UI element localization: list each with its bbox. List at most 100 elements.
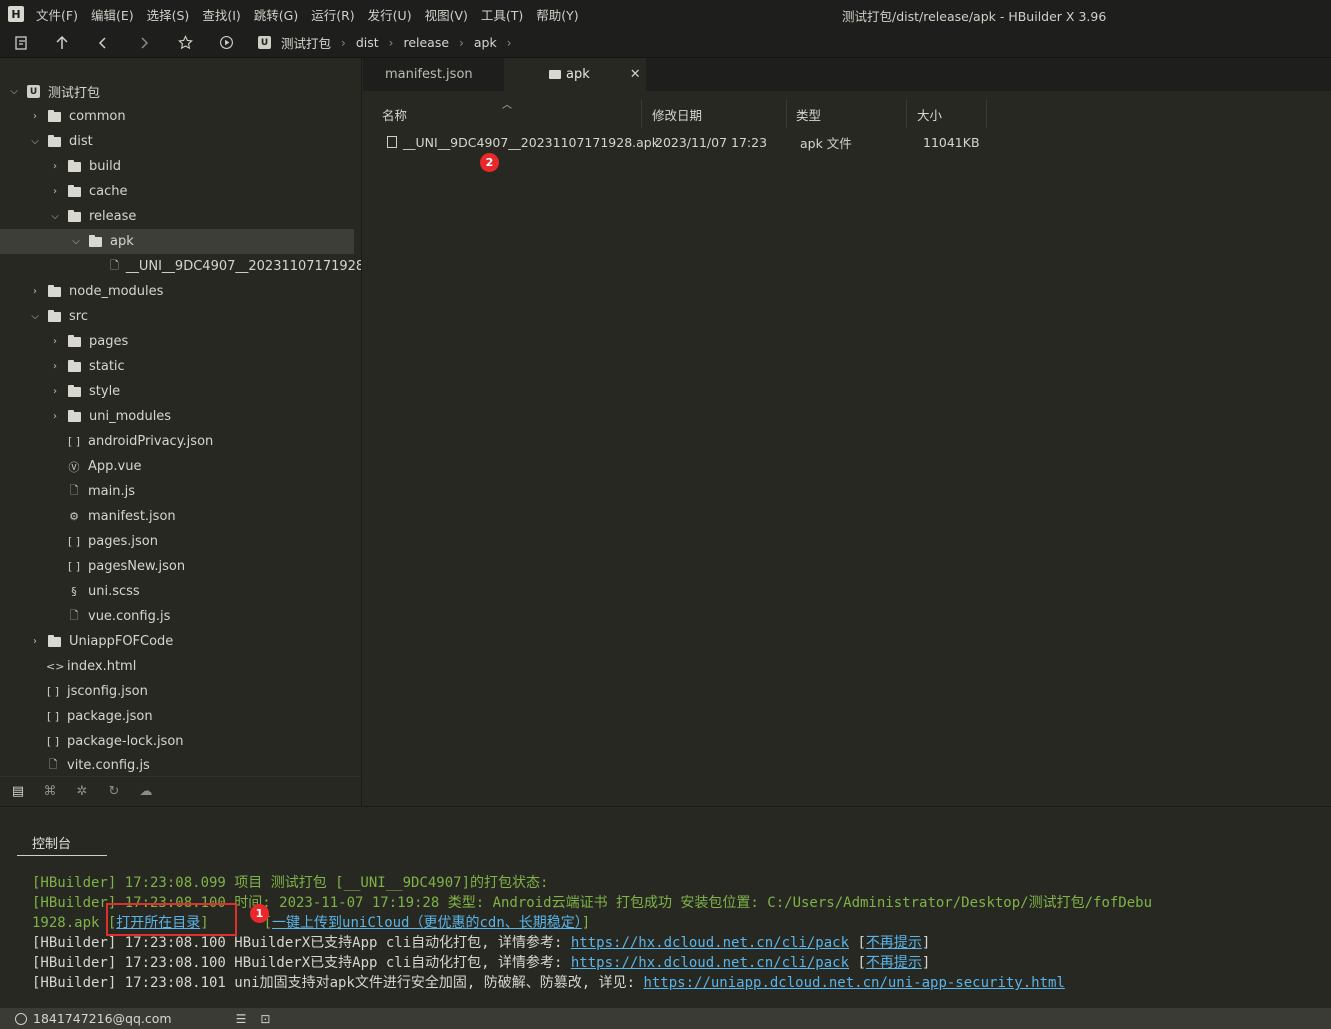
breadcrumb-item[interactable]: apk	[474, 35, 497, 50]
cloud-icon[interactable]: ☁	[138, 784, 154, 799]
column-header-label: 修改日期	[652, 107, 703, 123]
tree-item-folder[interactable]: › cache	[0, 179, 354, 204]
tree-item-file[interactable]: 🗋 main.js	[0, 479, 354, 504]
tab-apk[interactable]: apk ✕	[504, 58, 646, 91]
tree-item-file[interactable]: [ ] pages.json	[0, 529, 354, 554]
menu-help[interactable]: 帮助(Y)	[536, 5, 578, 24]
tree-item-folder[interactable]: › static	[0, 354, 354, 379]
tree-item-folder[interactable]: › node_modules	[0, 279, 354, 304]
column-header-name[interactable]: 名称	[382, 100, 407, 128]
tree-item-folder[interactable]: › common	[0, 104, 354, 129]
status-bar: 1841747216@qq.com ☰ ⊡	[0, 1008, 1331, 1029]
column-divider[interactable]	[986, 100, 987, 128]
tab-console[interactable]: 控制台	[17, 827, 107, 856]
cli-pack-link[interactable]: https://hx.dcloud.net.cn/cli/pack	[571, 935, 849, 951]
column-header-date[interactable]: 修改日期	[652, 100, 702, 128]
tree-item-file[interactable]: [ ] package.json	[0, 704, 354, 729]
tree-item-folder[interactable]: › pages	[0, 329, 354, 354]
sort-ascending-icon: ︿	[502, 100, 512, 111]
run-icon[interactable]	[214, 32, 238, 54]
menu-edit[interactable]: 编辑(E)	[91, 5, 134, 24]
file-row-size: 11041KB	[923, 130, 980, 154]
tree-item-file[interactable]: [ ] package-lock.json	[0, 729, 354, 754]
chevron-right-icon: ›	[33, 286, 37, 297]
tree-item-label: release	[89, 209, 137, 224]
tree-item-folder[interactable]: ⌵ dist	[0, 129, 354, 154]
folder-icon	[48, 634, 61, 647]
tree-item-folder-selected[interactable]: ⌵ apk	[0, 229, 354, 254]
column-header-size[interactable]: 大小	[917, 100, 942, 128]
tree-item-file[interactable]: 🗋 vue.config.js	[0, 604, 354, 629]
tree-item-folder[interactable]: ⌵ release	[0, 204, 354, 229]
menu-run[interactable]: 运行(R)	[311, 5, 354, 24]
tree-item-label: 测试打包	[48, 86, 101, 101]
tree-item-file[interactable]: [ ] pagesNew.json	[0, 554, 354, 579]
column-divider[interactable]	[786, 100, 787, 128]
security-link[interactable]: https://uniapp.dcloud.net.cn/uni-app-sec…	[643, 975, 1064, 991]
tree-item-file[interactable]: 🗋 vite.config.js	[0, 754, 354, 776]
tree-item-label: vue.config.js	[88, 609, 171, 624]
tree-item-label: dist	[69, 134, 93, 149]
back-icon[interactable]	[91, 32, 115, 54]
binoculars-icon[interactable]: ⌘	[42, 784, 58, 799]
menu-tools[interactable]: 工具(T)	[481, 5, 523, 24]
tree-item-folder[interactable]: › UniappFOFCode	[0, 629, 354, 654]
new-file-icon[interactable]	[9, 32, 33, 54]
column-divider[interactable]	[906, 100, 907, 128]
annotation-badge-1: 1	[250, 904, 269, 923]
column-divider[interactable]	[641, 100, 642, 128]
folder-icon	[68, 184, 81, 197]
git-icon[interactable]: ↻	[106, 784, 122, 799]
tree-item-file[interactable]: 🗋 __UNI__9DC4907__20231107171928....	[0, 254, 361, 279]
annotation-badge-2: 2	[480, 153, 499, 172]
user-account[interactable]: 1841747216@qq.com	[33, 1011, 172, 1026]
tree-item-folder[interactable]: › style	[0, 379, 354, 404]
terminal-icon[interactable]: ⊡	[260, 1012, 270, 1026]
tree-item-file[interactable]: <> index.html	[0, 654, 354, 679]
vue-file-icon: Ⓥ	[68, 460, 80, 474]
console-text: [HBuilder] 17:23:08.100 HBuilderX已支持App …	[32, 955, 571, 971]
menu-goto[interactable]: 跳转(G)	[254, 5, 298, 24]
tree-item-folder[interactable]: › uni_modules	[0, 404, 354, 429]
tree-item-folder[interactable]: ⌵ src	[0, 304, 354, 329]
close-icon[interactable]: ✕	[630, 67, 641, 82]
tree-item-file[interactable]: [ ] jsconfig.json	[0, 679, 354, 704]
file-size: 11041KB	[923, 134, 980, 150]
js-file-icon: 🗋	[48, 757, 58, 771]
breadcrumb-item[interactable]: release	[403, 35, 449, 50]
tree-item-folder[interactable]: › build	[0, 154, 354, 179]
column-header-label: 类型	[796, 107, 822, 123]
star-icon[interactable]	[173, 32, 197, 54]
project-manager-icon[interactable]: ▤	[10, 784, 26, 799]
menu-view[interactable]: 视图(V)	[425, 5, 468, 24]
no-remind-link[interactable]: 不再提示	[866, 955, 922, 971]
chevron-right-icon: ›	[33, 111, 37, 122]
upload-unicloud-link[interactable]: 一键上传到uniCloud（更优惠的cdn、长期稳定）	[272, 915, 582, 931]
forward-icon[interactable]	[132, 32, 156, 54]
tree-item-label: package-lock.json	[67, 734, 184, 749]
chevron-down-icon: ⌵	[31, 311, 39, 322]
no-remind-link[interactable]: 不再提示	[866, 935, 922, 951]
tree-item-file[interactable]: ⚙ manifest.json	[0, 504, 354, 529]
debug-icon[interactable]: ✲	[74, 784, 90, 799]
tree-item-file[interactable]: Ⓥ App.vue	[0, 454, 354, 479]
tree-item-project[interactable]: ⌵ U 测试打包	[0, 79, 354, 104]
list-icon[interactable]: ☰	[236, 1012, 247, 1026]
tab-manifest[interactable]: manifest.json	[363, 58, 504, 91]
tree-item-file[interactable]: [ ] androidPrivacy.json	[0, 429, 354, 454]
arrow-up-icon[interactable]	[50, 32, 74, 54]
menu-file[interactable]: 文件(F)	[36, 5, 78, 24]
highlight-box	[106, 903, 237, 936]
file-row-name[interactable]: __UNI__9DC4907__20231107171928.apk	[387, 130, 659, 154]
menu-find[interactable]: 查找(I)	[202, 5, 240, 24]
column-header-type[interactable]: 类型	[796, 100, 821, 128]
cli-pack-link[interactable]: https://hx.dcloud.net.cn/cli/pack	[571, 955, 849, 971]
menu-select[interactable]: 选择(S)	[147, 5, 190, 24]
json-file-icon: [ ]	[67, 535, 81, 548]
breadcrumb-item[interactable]: dist	[356, 35, 379, 50]
chevron-right-icon: ›	[459, 35, 464, 50]
column-header-label: 名称	[382, 107, 408, 123]
menu-publish[interactable]: 发行(U)	[368, 5, 412, 24]
breadcrumb-item[interactable]: 测试打包	[281, 33, 331, 52]
tree-item-file[interactable]: § uni.scss	[0, 579, 354, 604]
